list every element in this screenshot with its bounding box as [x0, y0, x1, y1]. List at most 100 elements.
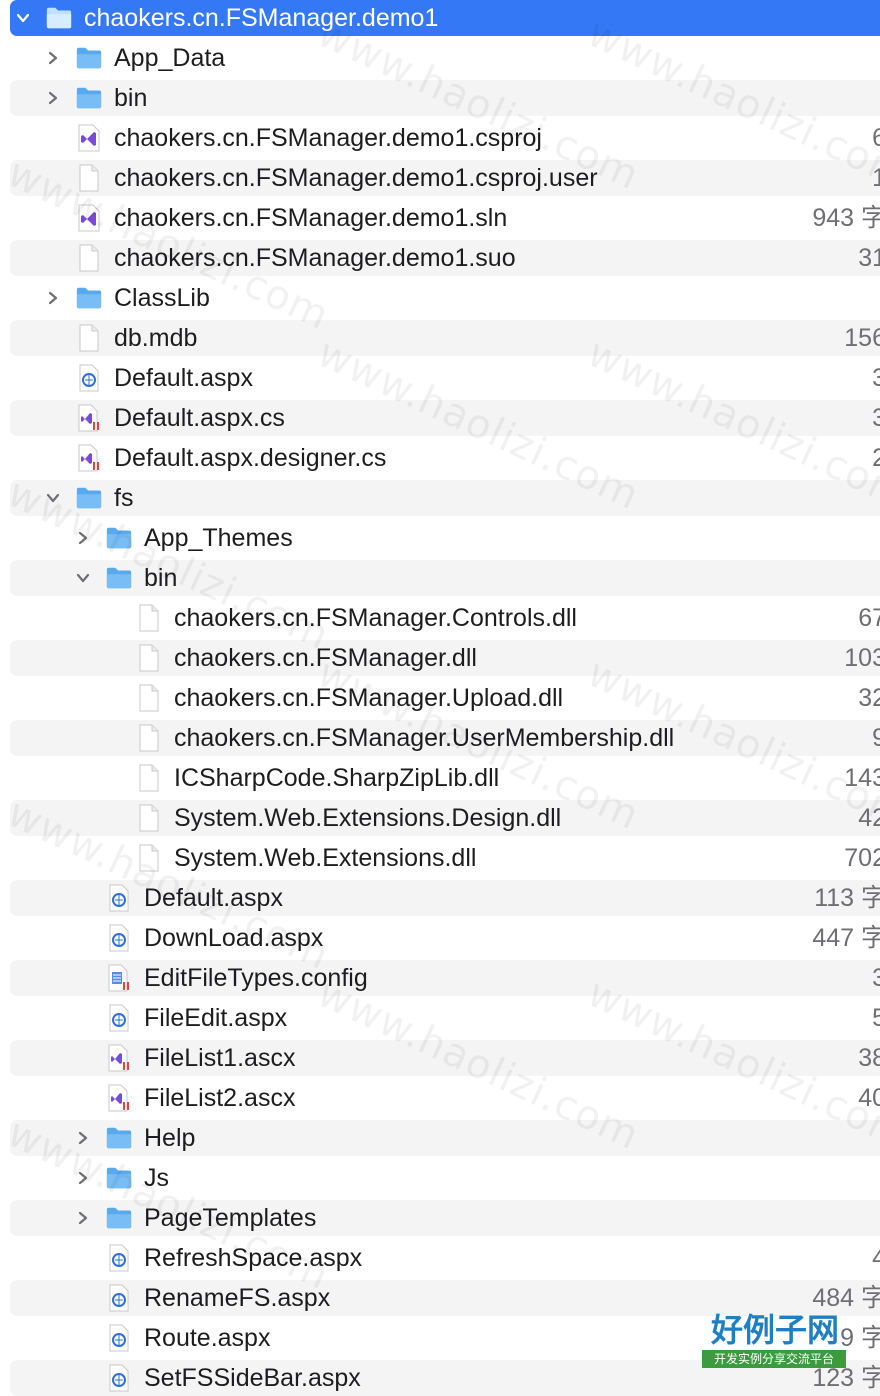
document-icon [75, 164, 103, 192]
item-size: 103 [844, 644, 880, 672]
file-row[interactable]: chaokers.cn.FSManager.UserMembership.dll… [10, 720, 880, 756]
folder-icon [75, 84, 103, 112]
folder-icon [75, 484, 103, 512]
folder-icon [75, 284, 103, 312]
item-size: 943 字 [812, 204, 880, 232]
item-name: chaokers.cn.FSManager.Upload.dll [174, 684, 564, 712]
folder-row[interactable]: bin [10, 560, 880, 596]
item-size: 38 [858, 1044, 880, 1072]
file-row[interactable]: chaokers.cn.FSManager.Upload.dll 32 [10, 680, 880, 716]
aspx-file-icon [105, 1284, 133, 1312]
item-size: 9 [872, 724, 880, 752]
item-name: FileEdit.aspx [144, 1004, 288, 1032]
chevron-right-icon[interactable] [73, 528, 93, 548]
chevron-down-icon[interactable] [73, 568, 93, 588]
item-name: chaokers.cn.FSManager.demo1.suo [114, 244, 516, 272]
aspx-file-icon [105, 884, 133, 912]
item-size: 3 [872, 404, 880, 432]
folder-row[interactable]: PageTemplates [10, 1200, 880, 1236]
file-row[interactable]: FileList1.ascx 38 [10, 1040, 880, 1076]
file-row[interactable]: chaokers.cn.FSManager.demo1.suo 31 [10, 240, 880, 276]
item-name: fs [114, 484, 134, 512]
document-icon [135, 724, 163, 752]
item-size: 3 [872, 964, 880, 992]
file-row[interactable]: chaokers.cn.FSManager.demo1.sln 943 字 [10, 200, 880, 236]
item-name: DownLoad.aspx [144, 924, 324, 952]
file-row[interactable]: chaokers.cn.FSManager.Controls.dll 67 [10, 600, 880, 636]
item-name: EditFileTypes.config [144, 964, 368, 992]
folder-icon [105, 1124, 133, 1152]
document-icon [135, 684, 163, 712]
file-row[interactable]: chaokers.cn.FSManager.demo1.csproj 6 [10, 120, 880, 156]
file-row[interactable]: System.Web.Extensions.Design.dll 42 [10, 800, 880, 836]
visual-studio-file-icon [75, 124, 103, 152]
document-icon [135, 764, 163, 792]
file-row[interactable]: FileList2.ascx 40 [10, 1080, 880, 1116]
file-row[interactable]: Default.aspx 3 [10, 360, 880, 396]
folder-row[interactable]: bin [10, 80, 880, 116]
folder-row[interactable]: fs [10, 480, 880, 516]
item-name: FileList2.ascx [144, 1084, 296, 1112]
aspx-file-icon [105, 924, 133, 952]
file-row[interactable]: Default.aspx.designer.cs 2 [10, 440, 880, 476]
chevron-right-icon[interactable] [73, 1168, 93, 1188]
folder-row[interactable]: App_Data [10, 40, 880, 76]
item-name: Route.aspx [144, 1324, 271, 1352]
chevron-down-icon[interactable] [43, 488, 63, 508]
folder-icon [45, 4, 73, 32]
item-name: chaokers.cn.FSManager.Controls.dll [174, 604, 577, 632]
brand-logo: 好例子网 开发实例分享交流平台 [700, 1310, 850, 1370]
file-row[interactable]: System.Web.Extensions.dll 702 [10, 840, 880, 876]
item-name: RenameFS.aspx [144, 1284, 331, 1312]
csharp-file-icon [75, 404, 103, 432]
item-name: System.Web.Extensions.Design.dll [174, 804, 562, 832]
chevron-right-icon[interactable] [73, 1208, 93, 1228]
chevron-right-icon[interactable] [43, 48, 63, 68]
file-row[interactable]: Default.aspx 113 字 [10, 880, 880, 916]
chevron-right-icon[interactable] [43, 288, 63, 308]
chevron-right-icon[interactable] [43, 88, 63, 108]
config-file-icon [105, 964, 133, 992]
item-size: 113 字 [814, 884, 880, 912]
document-icon [135, 804, 163, 832]
item-size: 143 [844, 764, 880, 792]
item-size: 31 [858, 244, 880, 272]
file-row[interactable]: db.mdb 156 [10, 320, 880, 356]
file-row[interactable]: EditFileTypes.config 3 [10, 960, 880, 996]
file-row[interactable]: chaokers.cn.FSManager.demo1.csproj.user 1 [10, 160, 880, 196]
item-name: FileList1.ascx [144, 1044, 296, 1072]
folder-row[interactable]: ClassLib [10, 280, 880, 316]
file-row[interactable]: DownLoad.aspx 447 字 [10, 920, 880, 956]
chevron-right-icon[interactable] [73, 1128, 93, 1148]
file-row[interactable]: FileEdit.aspx 5 [10, 1000, 880, 1036]
item-name: RefreshSpace.aspx [144, 1244, 363, 1272]
csharp-file-icon [75, 444, 103, 472]
item-size: 6 [872, 124, 880, 152]
item-name: bin [144, 564, 178, 592]
file-row[interactable]: chaokers.cn.FSManager.dll 103 [10, 640, 880, 676]
item-size: 156 [844, 324, 880, 352]
item-name: chaokers.cn.FSManager.demo1.csproj [114, 124, 542, 152]
file-row[interactable]: ICSharpCode.SharpZipLib.dll 143 [10, 760, 880, 796]
item-name: chaokers.cn.FSManager.UserMembership.dll [174, 724, 675, 752]
item-size: 67 [858, 604, 880, 632]
folder-row[interactable]: App_Themes [10, 520, 880, 556]
item-name: db.mdb [114, 324, 198, 352]
folder-row[interactable]: chaokers.cn.FSManager.demo1 [10, 0, 880, 36]
folder-row[interactable]: Help [10, 1120, 880, 1156]
file-row[interactable]: Default.aspx.cs 3 [10, 400, 880, 436]
aspx-file-icon [105, 1324, 133, 1352]
folder-row[interactable]: Js [10, 1160, 880, 1196]
item-size: 40 [858, 1084, 880, 1112]
item-name: Js [144, 1164, 169, 1192]
document-icon [135, 604, 163, 632]
item-name: App_Themes [144, 524, 293, 552]
item-name: chaokers.cn.FSManager.demo1.csproj.user [114, 164, 598, 192]
file-row[interactable]: RefreshSpace.aspx 4 [10, 1240, 880, 1276]
item-name: chaokers.cn.FSManager.demo1 [84, 4, 439, 32]
chevron-down-icon[interactable] [13, 8, 33, 28]
aspx-file-icon [105, 1364, 133, 1392]
csharp-file-icon [105, 1084, 133, 1112]
item-name: Default.aspx [144, 884, 283, 912]
folder-icon [105, 564, 133, 592]
